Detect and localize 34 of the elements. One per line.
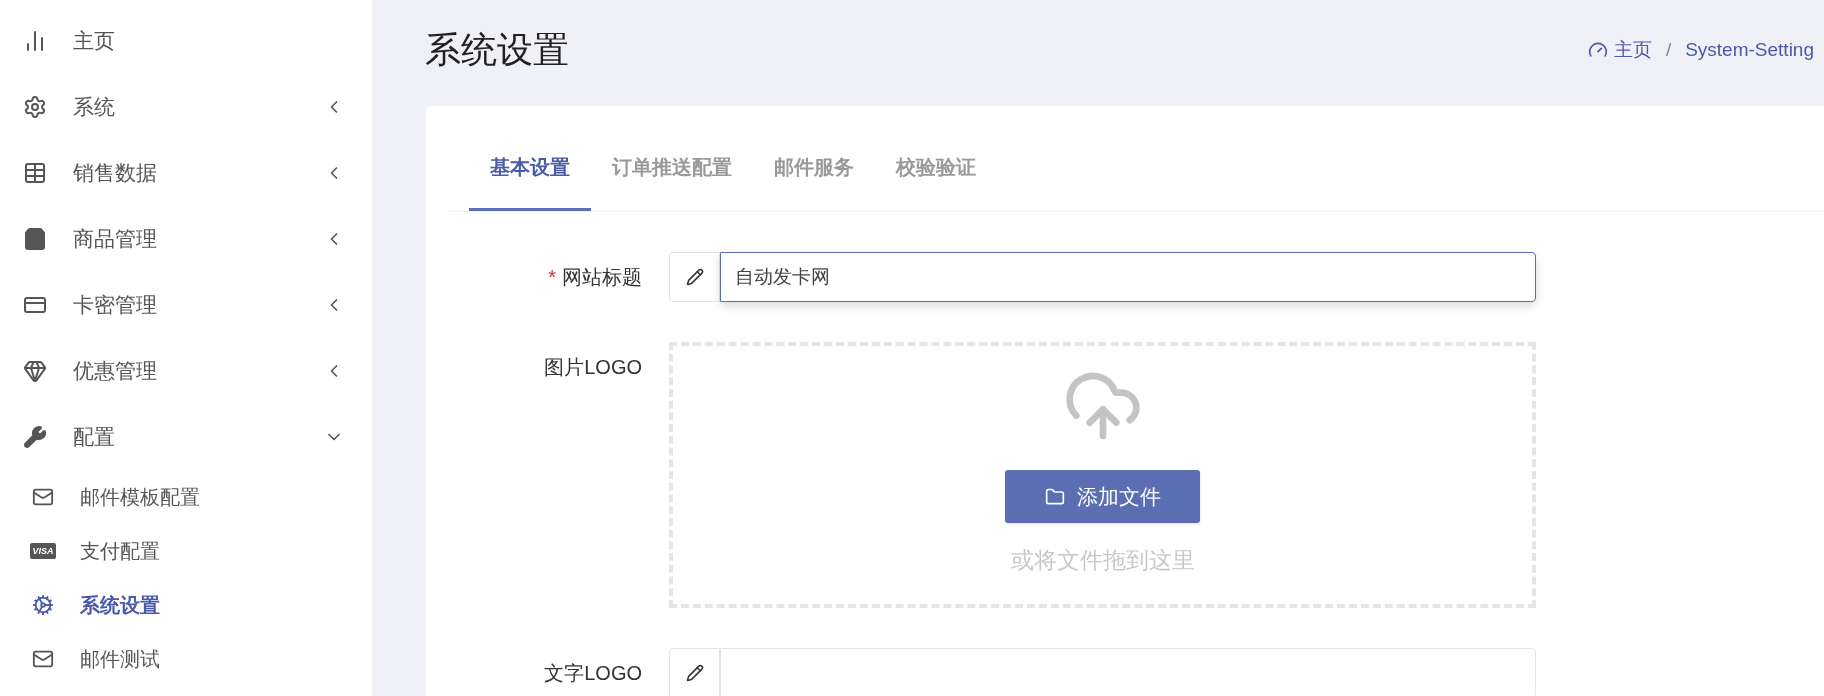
settings-icon — [23, 95, 47, 119]
add-file-button[interactable]: 添加文件 — [1005, 470, 1200, 523]
folder-icon — [1044, 486, 1065, 507]
sidebar-subitem[interactable]: 邮件模板配置 — [0, 470, 372, 524]
sidebar-item[interactable]: 卡密管理 — [0, 272, 372, 338]
breadcrumb-current: System-Setting — [1685, 37, 1814, 62]
text-field[interactable]: 自动发卡网 — [720, 252, 1536, 302]
field-label: 网站标题 — [562, 265, 642, 290]
field-label: 文字LOGO — [544, 661, 642, 686]
table-icon — [23, 161, 47, 185]
visa-card-icon: VISA — [30, 543, 56, 559]
sidebar-item[interactable]: 优惠管理 — [0, 338, 372, 404]
breadcrumb-link[interactable]: 主页 — [1613, 35, 1652, 65]
required-mark: * — [548, 265, 556, 290]
sidebar-item[interactable]: 销售数据 — [0, 140, 372, 206]
sidebar-item[interactable]: 系统 — [0, 74, 372, 140]
sidebar-subitem[interactable]: 系统设置 — [0, 578, 372, 632]
tab[interactable]: 基本设置 — [469, 125, 591, 211]
envelope-icon — [32, 648, 54, 670]
wrench-icon — [23, 425, 47, 449]
sidebar-item[interactable]: 商品管理 — [0, 206, 372, 272]
dashboard-icon — [1587, 40, 1608, 60]
breadcrumb-separator: / — [1665, 37, 1672, 62]
page-title: 系统设置 — [425, 28, 569, 72]
sidebar-item[interactable]: 配置 — [0, 404, 372, 470]
envelope-icon — [32, 486, 54, 508]
pencil-icon — [685, 268, 704, 286]
sidebar-subitem[interactable]: 邮件测试 — [0, 632, 372, 686]
text-field[interactable] — [720, 648, 1536, 696]
pencil-icon — [685, 664, 704, 682]
diamond-icon — [23, 359, 47, 383]
field-label: 图片LOGO — [544, 355, 642, 380]
sidebar-item[interactable]: 主页 — [0, 8, 372, 74]
sidebar-subitem[interactable]: VISA 支付配置 — [0, 524, 372, 578]
